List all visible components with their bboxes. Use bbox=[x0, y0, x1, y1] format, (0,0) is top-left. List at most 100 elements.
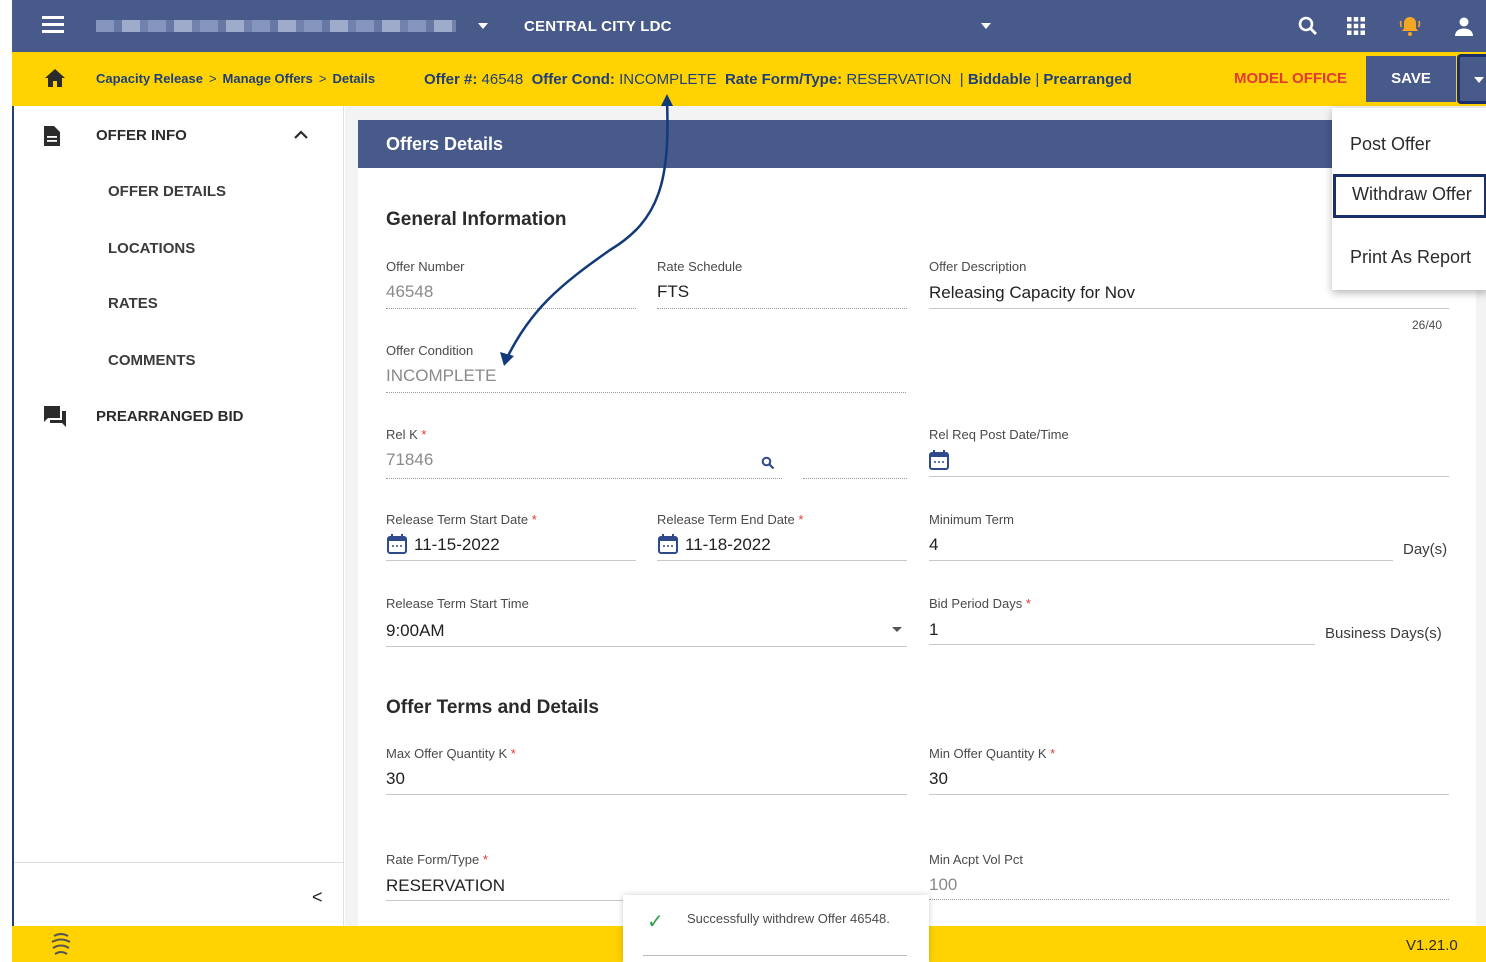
search-icon[interactable] bbox=[1296, 14, 1320, 38]
org-name-redacted[interactable] bbox=[96, 20, 456, 32]
offer-number-label: Offer #: bbox=[424, 71, 478, 88]
field-underline bbox=[386, 308, 636, 309]
calendar-icon[interactable] bbox=[387, 534, 407, 554]
collapse-sidebar-button[interactable]: < bbox=[312, 887, 323, 908]
bid-period-days-field[interactable]: 1 bbox=[929, 620, 938, 640]
offer-number-value: 46548 bbox=[481, 71, 524, 88]
rate-form-type-label: Rate Form/Type * bbox=[386, 852, 488, 867]
biddable-flag: Biddable bbox=[967, 71, 1032, 88]
card-title: Offers Details bbox=[358, 120, 1476, 168]
success-snackbar: ✓ Successfully withdrew Offer 46548. bbox=[623, 895, 929, 962]
offer-condition-field: INCOMPLETE bbox=[386, 366, 497, 385]
menu-icon[interactable] bbox=[42, 16, 64, 36]
rate-schedule-label: Rate Schedule bbox=[657, 259, 743, 274]
sidebar-section-offer-info[interactable]: OFFER INFO bbox=[96, 127, 187, 144]
home-icon[interactable] bbox=[44, 68, 66, 88]
field-underline bbox=[386, 900, 623, 901]
term-start-date-field[interactable]: 11-15-2022 bbox=[414, 535, 500, 555]
min-offer-qty-field[interactable]: 30 bbox=[929, 769, 948, 789]
calendar-icon[interactable] bbox=[658, 534, 678, 554]
calendar-icon[interactable] bbox=[929, 450, 949, 470]
min-acpt-vol-pct-label: Min Acpt Vol Pct bbox=[929, 852, 1023, 867]
sidebar-item-offer-details[interactable]: OFFER DETAILS bbox=[108, 183, 226, 200]
field-underline bbox=[657, 560, 907, 561]
document-icon bbox=[44, 126, 60, 146]
user-account-icon[interactable] bbox=[1452, 14, 1476, 38]
menu-item-print-as-report[interactable]: Print As Report bbox=[1332, 237, 1486, 281]
ldc-dropdown-icon[interactable] bbox=[981, 23, 991, 29]
term-start-date-label: Release Term Start Date * bbox=[386, 512, 537, 527]
divider-pipe: | bbox=[1035, 71, 1040, 88]
rate-form-label: Rate Form/Type: bbox=[724, 71, 843, 88]
field-underline bbox=[929, 560, 1393, 561]
chat-bubbles-icon bbox=[44, 406, 66, 427]
breadcrumb-capacity-release[interactable]: Capacity Release bbox=[96, 71, 203, 86]
rel-k-field[interactable]: 71846 bbox=[386, 450, 433, 470]
field-underline bbox=[929, 308, 1449, 309]
minimum-term-unit: Day(s) bbox=[1403, 541, 1448, 558]
menu-item-post-offer[interactable]: Post Offer bbox=[1332, 124, 1486, 168]
sidebar-item-rates[interactable]: RATES bbox=[108, 295, 158, 312]
general-information-heading: General Information bbox=[386, 209, 567, 230]
offer-description-field[interactable]: Releasing Capacity for Nov bbox=[929, 283, 1135, 303]
rel-req-post-label: Rel Req Post Date/Time bbox=[929, 427, 1069, 442]
apps-grid-icon[interactable] bbox=[1344, 14, 1368, 38]
rate-form-type-field[interactable]: RESERVATION bbox=[386, 876, 505, 896]
snackbar-message: Successfully withdrew Offer 46548. bbox=[687, 911, 890, 926]
app-version: V1.21.0 bbox=[1406, 937, 1458, 954]
ldc-selector-label[interactable]: CENTRAL CITY LDC bbox=[524, 18, 672, 35]
org-dropdown-icon[interactable] bbox=[478, 23, 488, 29]
notification-bell-icon[interactable] bbox=[1398, 14, 1422, 38]
offer-condition-label: Offer Condition bbox=[386, 343, 474, 358]
sidebar-item-locations[interactable]: LOCATIONS bbox=[108, 240, 195, 257]
field-underline bbox=[386, 794, 907, 795]
save-button[interactable]: SAVE bbox=[1366, 56, 1456, 102]
field-underline bbox=[657, 308, 907, 309]
max-offer-qty-field[interactable]: 30 bbox=[386, 769, 405, 789]
offer-number-label: Offer Number bbox=[386, 259, 465, 274]
breadcrumb-details: Details bbox=[332, 71, 376, 86]
breadcrumb-separator: > bbox=[318, 71, 327, 86]
minimum-term-label: Minimum Term bbox=[929, 512, 1014, 527]
search-icon[interactable] bbox=[761, 456, 775, 470]
rate-schedule-field: FTS bbox=[657, 282, 690, 301]
breadcrumb-manage-offers[interactable]: Manage Offers bbox=[223, 71, 313, 86]
save-options-dropdown-button[interactable] bbox=[1457, 54, 1486, 104]
min-offer-qty-label: Min Offer Quantity K * bbox=[929, 746, 1056, 761]
term-end-date-field[interactable]: 11-18-2022 bbox=[685, 535, 771, 555]
offer-cond-label: Offer Cond: bbox=[531, 71, 615, 88]
field-underline bbox=[386, 392, 906, 393]
divider-pipe: | bbox=[959, 71, 964, 88]
bid-period-unit: Business Days(s) bbox=[1325, 625, 1442, 642]
field-underline bbox=[803, 478, 907, 479]
checkmark-icon: ✓ bbox=[647, 911, 664, 933]
char-counter: 26/40 bbox=[1412, 318, 1443, 332]
sidebar-section-prearranged-bid[interactable]: PREARRANGED BID bbox=[96, 408, 244, 425]
model-office-badge: MODEL OFFICE bbox=[1234, 70, 1348, 87]
field-underline bbox=[386, 560, 636, 561]
sidebar-nav: OFFER INFO OFFER DETAILS LOCATIONS RATES… bbox=[12, 106, 344, 926]
rel-k-label: Rel K * bbox=[386, 427, 427, 442]
field-underline bbox=[929, 644, 1315, 645]
minimum-term-field[interactable]: 4 bbox=[929, 535, 938, 555]
field-underline bbox=[929, 794, 1449, 795]
prearranged-flag: Prearranged bbox=[1043, 71, 1132, 88]
field-underline bbox=[929, 476, 1449, 477]
top-app-bar: CENTRAL CITY LDC bbox=[0, 0, 1486, 52]
breadcrumb: Capacity Release > Manage Offers > Details bbox=[96, 71, 375, 86]
breadcrumb-separator: > bbox=[208, 71, 217, 86]
chevron-up-icon[interactable] bbox=[294, 130, 308, 140]
term-start-time-select[interactable]: 9:00AM bbox=[386, 621, 445, 641]
rate-form-value: RESERVATION bbox=[846, 71, 952, 88]
offer-terms-heading: Offer Terms and Details bbox=[386, 697, 599, 718]
sidebar-item-comments[interactable]: COMMENTS bbox=[108, 352, 196, 369]
select-caret-icon[interactable] bbox=[892, 627, 902, 632]
offer-number-field: 46548 bbox=[386, 282, 434, 301]
term-start-time-label: Release Term Start Time bbox=[386, 596, 529, 611]
menu-item-withdraw-offer[interactable]: Withdraw Offer bbox=[1333, 174, 1486, 218]
offer-description-label: Offer Description bbox=[929, 259, 1027, 274]
offer-details-card bbox=[358, 120, 1476, 940]
snackbar-divider bbox=[643, 955, 907, 956]
company-logo bbox=[51, 933, 71, 955]
max-offer-qty-label: Max Offer Quantity K * bbox=[386, 746, 516, 761]
